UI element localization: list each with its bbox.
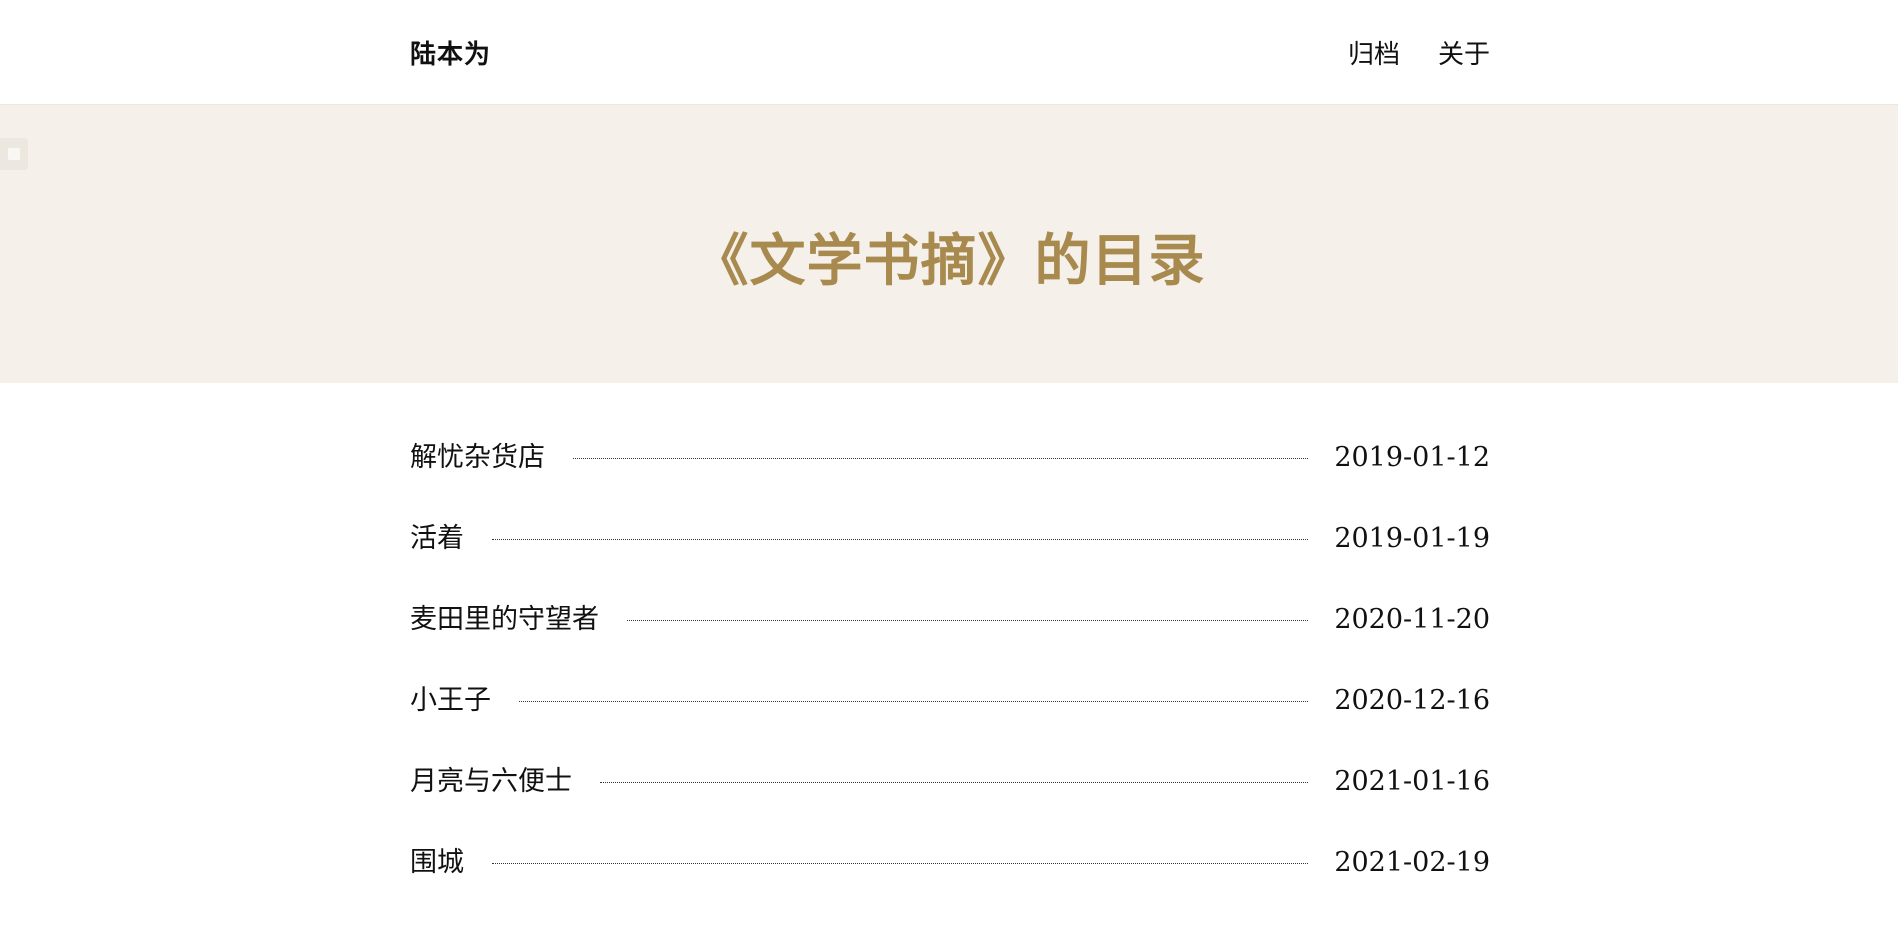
site-header: 陆本为 归档 关于	[0, 0, 1898, 105]
toc-leader-dots	[573, 458, 1309, 459]
main-nav: 归档 关于	[1348, 34, 1490, 71]
toc-leader-dots	[519, 701, 1309, 702]
toc-item-date: 2021-01-16	[1334, 766, 1490, 797]
toc-item-title[interactable]: 小王子	[410, 681, 491, 721]
toggle-square-icon	[8, 148, 20, 160]
toc-item-date: 2019-01-12	[1334, 442, 1490, 473]
toc-row: 解忧杂货店 2019-01-12	[410, 438, 1490, 519]
toc-leader-dots	[600, 782, 1309, 783]
toc-item-date: 2020-11-20	[1334, 604, 1490, 635]
toc-leader-dots	[627, 620, 1309, 621]
toc-row: 小王子 2020-12-16	[410, 681, 1490, 762]
toc-item-date: 2021-02-19	[1334, 847, 1490, 878]
toc-list: 解忧杂货店 2019-01-12 活着 2019-01-19 麦田里的守望者 2…	[410, 438, 1490, 924]
sidebar-toggle-icon[interactable]	[0, 138, 28, 170]
toc-item-date: 2019-01-19	[1334, 523, 1490, 554]
toc-item-title[interactable]: 麦田里的守望者	[410, 600, 599, 640]
page-banner: 《文学书摘》的目录	[0, 105, 1898, 383]
nav-link-archive[interactable]: 归档	[1348, 34, 1400, 71]
toc-row: 月亮与六便士 2021-01-16	[410, 762, 1490, 843]
toc-row: 麦田里的守望者 2020-11-20	[410, 600, 1490, 681]
toc-row: 围城 2021-02-19	[410, 843, 1490, 924]
toc-row: 活着 2019-01-19	[410, 519, 1490, 600]
toc-item-title[interactable]: 围城	[410, 843, 464, 883]
site-title-link[interactable]: 陆本为	[410, 34, 491, 71]
toc-item-title[interactable]: 解忧杂货店	[410, 438, 545, 478]
toc-leader-dots	[492, 863, 1309, 864]
toc-item-title[interactable]: 月亮与六便士	[410, 762, 572, 802]
nav-link-about[interactable]: 关于	[1438, 34, 1490, 71]
toc-item-date: 2020-12-16	[1334, 685, 1490, 716]
page-title: 《文学书摘》的目录	[692, 227, 1206, 294]
toc-item-title[interactable]: 活着	[410, 519, 464, 559]
toc-leader-dots	[492, 539, 1309, 540]
header-inner: 陆本为 归档 关于	[410, 0, 1490, 104]
